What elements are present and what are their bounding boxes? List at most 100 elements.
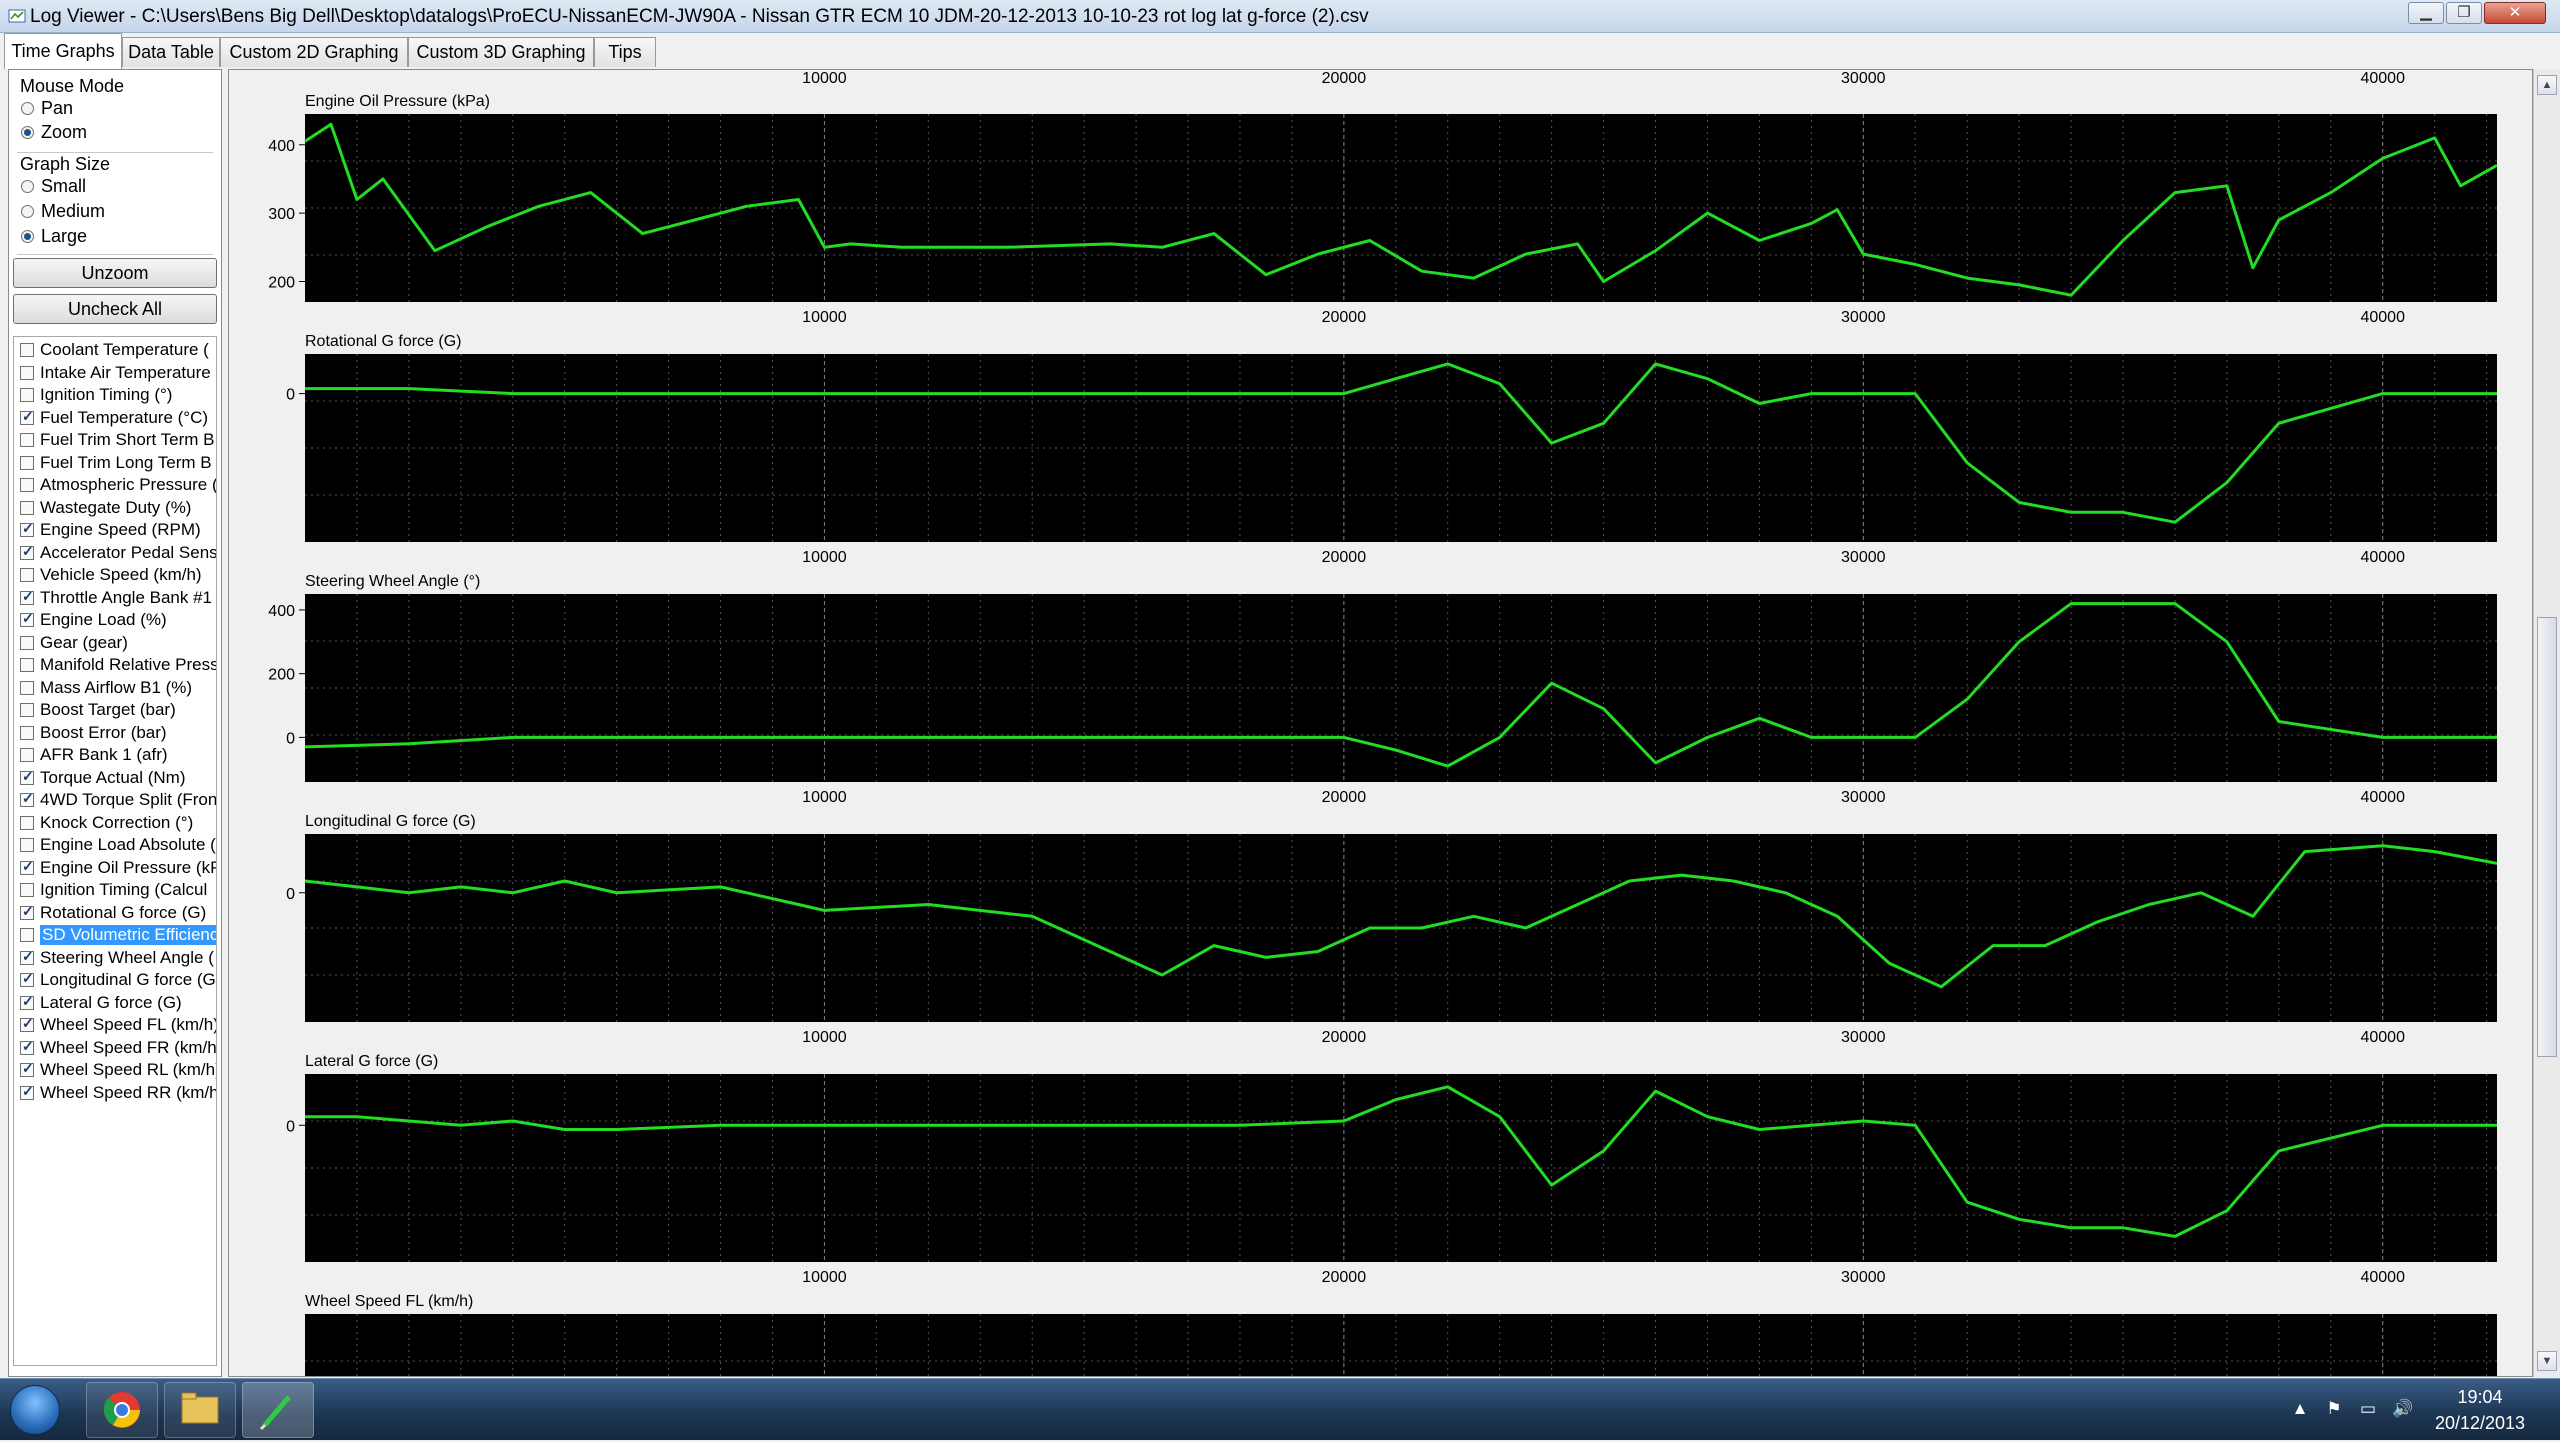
channel-checkbox[interactable]	[20, 388, 34, 402]
channel-item[interactable]: Boost Error (bar)	[14, 722, 216, 744]
radio-medium[interactable]: Medium	[21, 201, 105, 222]
channel-checkbox[interactable]	[20, 365, 34, 380]
channel-checkbox[interactable]	[20, 768, 34, 785]
channel-checkbox[interactable]	[20, 610, 34, 627]
radio-large-button[interactable]	[21, 230, 34, 243]
channel-item[interactable]: Wheel Speed RL (km/h)	[14, 1059, 216, 1081]
channel-checkbox[interactable]	[20, 948, 34, 965]
tab-tips[interactable]: Tips	[594, 37, 656, 67]
close-button[interactable]: ✕	[2484, 2, 2546, 24]
channel-item[interactable]: Steering Wheel Angle (	[14, 947, 216, 969]
radio-small-button[interactable]	[21, 180, 34, 193]
channel-item[interactable]: Throttle Angle Bank #1	[14, 587, 216, 609]
channel-checkbox[interactable]	[20, 725, 34, 740]
channel-item[interactable]: Torque Actual (Nm)	[14, 767, 216, 789]
channel-item[interactable]: Vehicle Speed (km/h)	[14, 564, 216, 586]
channel-checkbox[interactable]	[20, 1060, 34, 1077]
channel-item[interactable]: Coolant Temperature (	[14, 339, 216, 361]
channel-checkbox[interactable]	[20, 993, 34, 1010]
uncheck-all-button[interactable]: Uncheck All	[13, 294, 217, 324]
radio-pan-button[interactable]	[21, 102, 34, 115]
channel-checkbox[interactable]	[20, 635, 34, 650]
channel-item[interactable]: Wheel Speed FL (km/h)	[14, 1014, 216, 1036]
graph-area[interactable]: 10000 20000 30000 40000 Engine Oil Pressure …	[228, 69, 2533, 1377]
minimize-button[interactable]: ▁	[2408, 2, 2444, 24]
channel-item[interactable]: Engine Speed (RPM)	[14, 519, 216, 541]
scroll-up-icon[interactable]: ▲	[2537, 75, 2557, 95]
channel-item[interactable]: Fuel Trim Long Term B	[14, 452, 216, 474]
radio-zoom[interactable]: Zoom	[21, 122, 87, 143]
network-icon[interactable]: ▭	[2358, 1399, 2378, 1419]
channel-checkbox[interactable]	[20, 858, 34, 875]
channel-item[interactable]: Knock Correction (°)	[14, 812, 216, 834]
channel-item[interactable]: Lateral G force (G)	[14, 992, 216, 1014]
channel-item[interactable]: Wastegate Duty (%)	[14, 497, 216, 519]
taskbar-chrome-icon[interactable]	[86, 1382, 158, 1438]
channel-item[interactable]: Fuel Trim Short Term B	[14, 429, 216, 451]
vertical-scrollbar[interactable]: ▲ ▼	[2533, 69, 2560, 1377]
clock-time[interactable]: 19:04	[2420, 1387, 2540, 1408]
channel-checkbox[interactable]	[20, 903, 34, 920]
channel-item[interactable]: Engine Load (%)	[14, 609, 216, 631]
radio-pan[interactable]: Pan	[21, 98, 73, 119]
channel-item[interactable]: SD Volumetric Efficienc	[14, 924, 216, 946]
start-button-icon[interactable]	[10, 1385, 60, 1435]
channel-checkbox[interactable]	[20, 1083, 34, 1100]
tray-expand-icon[interactable]: ▲	[2290, 1399, 2310, 1419]
clock-date[interactable]: 20/12/2013	[2420, 1413, 2540, 1434]
channel-item[interactable]: Engine Load Absolute (	[14, 834, 216, 856]
channel-item[interactable]: Engine Oil Pressure (kP	[14, 857, 216, 879]
channel-list[interactable]: Coolant Temperature (Intake Air Temperat…	[13, 336, 217, 1366]
channel-checkbox[interactable]	[20, 568, 34, 582]
maximize-button[interactable]: ❐	[2446, 2, 2482, 24]
channel-checkbox[interactable]	[20, 1015, 34, 1032]
scroll-thumb[interactable]	[2537, 617, 2557, 1057]
time-graphs[interactable]: 10000 20000 30000 40000Engine Oil Pressure …	[229, 70, 2533, 1377]
taskbar-logviewer-icon[interactable]	[242, 1382, 314, 1438]
channel-item[interactable]: Gear (gear)	[14, 632, 216, 654]
radio-small[interactable]: Small	[21, 176, 86, 197]
channel-checkbox[interactable]	[20, 970, 34, 987]
radio-large[interactable]: Large	[21, 226, 87, 247]
channel-checkbox[interactable]	[20, 928, 34, 942]
channel-checkbox[interactable]	[20, 658, 34, 672]
channel-checkbox[interactable]	[20, 343, 34, 357]
channel-item[interactable]: Mass Airflow B1 (%)	[14, 677, 216, 699]
channel-checkbox[interactable]	[20, 815, 34, 830]
channel-item[interactable]: Fuel Temperature (°C)	[14, 407, 216, 429]
scroll-down-icon[interactable]: ▼	[2537, 1351, 2557, 1371]
channel-item[interactable]: Ignition Timing (Calcul	[14, 879, 216, 901]
channel-checkbox[interactable]	[20, 478, 34, 492]
tab-custom-2d-graphing[interactable]: Custom 2D Graphing	[220, 37, 408, 67]
tab-time-graphs[interactable]: Time Graphs	[4, 33, 122, 69]
radio-medium-button[interactable]	[21, 205, 34, 218]
channel-checkbox[interactable]	[20, 790, 34, 807]
channel-item[interactable]: AFR Bank 1 (afr)	[14, 744, 216, 766]
channel-item[interactable]: Manifold Relative Press	[14, 654, 216, 676]
channel-checkbox[interactable]	[20, 838, 34, 852]
channel-item[interactable]: Accelerator Pedal Sensc	[14, 542, 216, 564]
channel-item[interactable]: Ignition Timing (°)	[14, 384, 216, 406]
channel-item[interactable]: Wheel Speed RR (km/h)	[14, 1082, 216, 1104]
channel-item[interactable]: Longitudinal G force (G	[14, 969, 216, 991]
channel-checkbox[interactable]	[20, 588, 34, 605]
unzoom-button[interactable]: Unzoom	[13, 258, 217, 288]
channel-item[interactable]: Rotational G force (G)	[14, 902, 216, 924]
channel-item[interactable]: Boost Target (bar)	[14, 699, 216, 721]
tab-data-table[interactable]: Data Table	[122, 37, 220, 67]
channel-checkbox[interactable]	[20, 748, 34, 762]
channel-item[interactable]: Intake Air Temperature	[14, 362, 216, 384]
channel-checkbox[interactable]	[20, 500, 34, 515]
channel-checkbox[interactable]	[20, 455, 34, 470]
channel-checkbox[interactable]	[20, 680, 34, 695]
channel-checkbox[interactable]	[20, 703, 34, 717]
channel-checkbox[interactable]	[20, 408, 34, 425]
tab-custom-3d-graphing[interactable]: Custom 3D Graphing	[408, 37, 594, 67]
channel-checkbox[interactable]	[20, 520, 34, 537]
radio-zoom-button[interactable]	[21, 126, 34, 139]
channel-checkbox[interactable]	[20, 433, 34, 447]
channel-item[interactable]: Wheel Speed FR (km/h)	[14, 1037, 216, 1059]
channel-checkbox[interactable]	[20, 883, 34, 897]
taskbar-explorer-icon[interactable]	[164, 1382, 236, 1438]
channel-item[interactable]: 4WD Torque Split (Fron	[14, 789, 216, 811]
